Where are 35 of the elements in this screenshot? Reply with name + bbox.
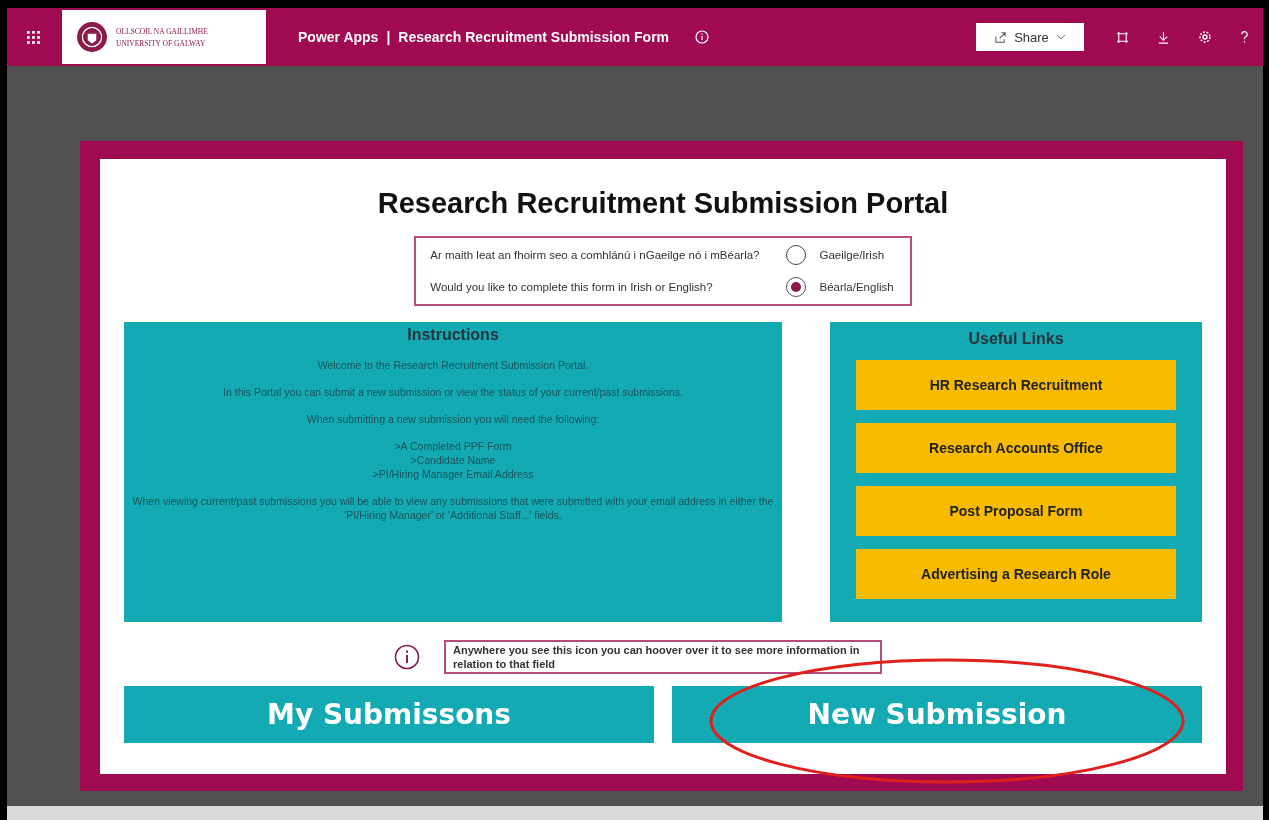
- chevron-icon: [1055, 34, 1066, 40]
- separator: |: [386, 29, 391, 45]
- link-button[interactable]: HR Research Recruitment: [856, 360, 1176, 410]
- panel-heading: Useful Links: [968, 330, 1064, 348]
- panel-heading: Instructions: [407, 326, 499, 344]
- portal-title: Research Recruitment Submission Portal: [377, 187, 949, 220]
- radio-label[interactable]: Béarla/English: [819, 281, 894, 293]
- link-button[interactable]: Post Proposal Form: [856, 486, 1176, 536]
- download-icon[interactable]: [1157, 30, 1170, 44]
- link-button[interactable]: Advertising a Research Role: [856, 549, 1176, 599]
- app-launcher-icon[interactable]: [27, 30, 40, 44]
- share-icon: [994, 30, 1008, 44]
- form-title: Research Recruitment Submission Form: [398, 29, 670, 45]
- instruction-text: In this Portal you can submit a new submission or view the status of your current/past submissions.: [223, 385, 683, 399]
- link-button[interactable]: Research Accounts Office: [856, 423, 1176, 473]
- instruction-text: When submitting a new submission you will need the following:: [306, 412, 600, 426]
- crest-icon: [76, 21, 108, 53]
- help-icon[interactable]: [1240, 30, 1249, 44]
- instruction-text: Welcome to the Research Recruitment Submission Portal.: [317, 358, 589, 372]
- radio-button[interactable]: [785, 277, 806, 297]
- info-icon[interactable]: [695, 30, 710, 44]
- instruction-text: >PI/Hiring Manager Email Address: [372, 467, 534, 481]
- info-icon: [394, 644, 420, 670]
- settings-icon[interactable]: [1198, 30, 1212, 44]
- radio-label[interactable]: Gaeilge/Irish: [819, 249, 885, 261]
- instruction-text: >Candidate Name: [410, 453, 496, 467]
- info-note: Anywhere you see this icon you can hoover over it to see more information in relation to that field: [444, 640, 882, 674]
- question-text: Ar maith leat an fhoirm seo a comhlánú i nGaeilge nó i mBéarla?: [430, 248, 760, 263]
- question-text: Would you like to complete this form in Irish or English?: [430, 280, 714, 295]
- instruction-text: >A Completed PPF Form: [394, 439, 512, 453]
- app-name: Power Apps: [298, 29, 379, 45]
- instruction-text: When viewing current/past submissions you will be able to view any submissions that were submitted with your email address in either the 'PI/Hiring Manager' or 'Additional Staff...' fields.: [132, 494, 774, 522]
- share-button[interactable]: Share: [976, 23, 1084, 51]
- radio-button[interactable]: [785, 245, 806, 265]
- fit-screen-icon[interactable]: [1116, 30, 1129, 44]
